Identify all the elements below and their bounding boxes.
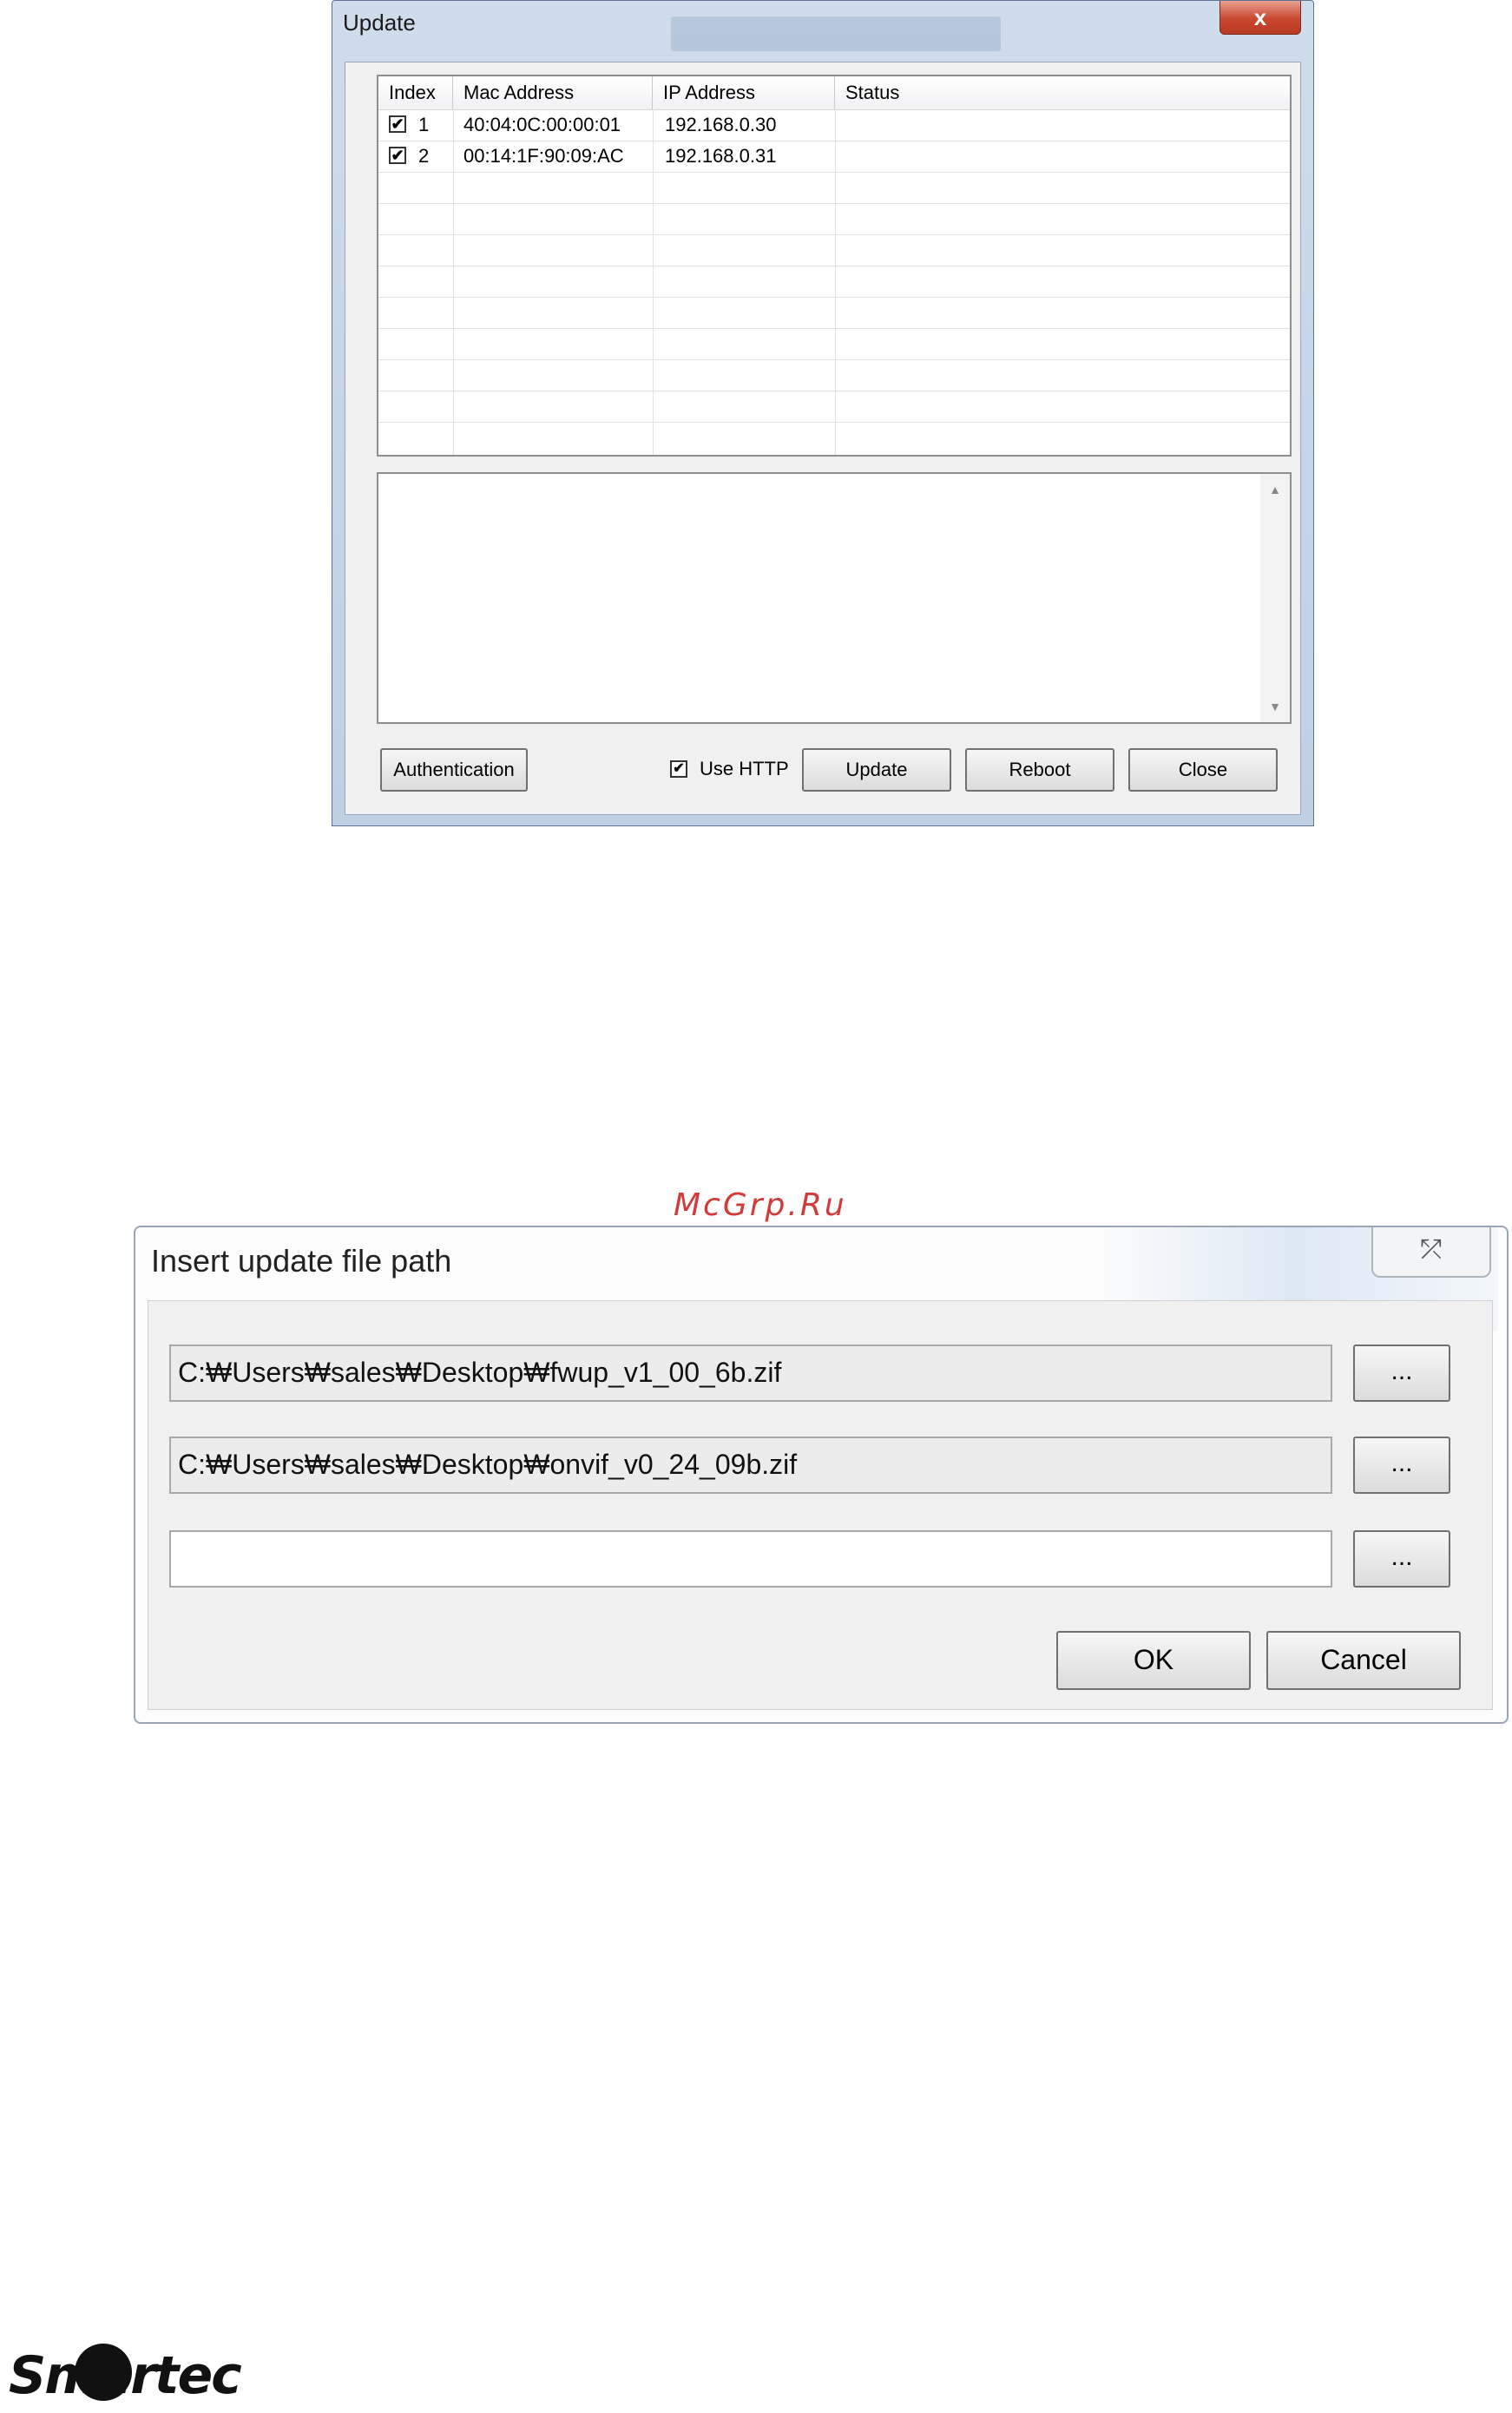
column-header-mac[interactable]: Mac Address (453, 76, 653, 109)
reboot-button[interactable]: Reboot (965, 748, 1114, 792)
row-mac: 00:14:1F:90:09:AC (463, 145, 624, 167)
empty-row (378, 172, 1290, 204)
update-button[interactable]: Update (802, 748, 951, 792)
cancel-button[interactable]: Cancel (1266, 1631, 1461, 1690)
column-header-status[interactable]: Status (835, 76, 1290, 109)
empty-row (378, 266, 1290, 298)
use-http-label: Use HTTP (700, 758, 789, 779)
smartec-logo: Smartec (0, 2335, 242, 2413)
file-path-field-3[interactable] (169, 1530, 1332, 1588)
browse-button-1[interactable]: ... (1353, 1345, 1450, 1402)
close-button[interactable]: Close (1128, 748, 1278, 792)
row-checkbox[interactable]: ✔ (389, 147, 406, 164)
row-checkbox[interactable]: ✔ (389, 115, 406, 133)
empty-row (378, 359, 1290, 391)
browse-button-3[interactable]: ... (1353, 1530, 1450, 1588)
update-client-area: Index Mac Address IP Address Status ✔ 1 … (345, 62, 1301, 815)
device-list[interactable]: Index Mac Address IP Address Status ✔ 1 … (377, 75, 1292, 457)
row-index: 1 (418, 114, 430, 135)
dialog-title: Insert update file path (151, 1243, 452, 1279)
column-header-index[interactable]: Index (378, 76, 453, 109)
update-window: Update x Index Mac Address IP Address St… (332, 0, 1314, 826)
table-row[interactable]: ✔ 2 00:14:1F:90:09:AC 192.168.0.31 (378, 141, 1290, 173)
authentication-button[interactable]: Authentication (380, 748, 528, 792)
background-window-tab (671, 16, 1001, 51)
scroll-down-icon[interactable]: ▼ (1260, 700, 1290, 713)
empty-row (378, 203, 1290, 235)
empty-row (378, 328, 1290, 360)
file-path-field-1[interactable]: C:₩Users₩sales₩Desktop₩fwup_v1_00_6b.zif (169, 1345, 1332, 1402)
column-header-ip[interactable]: IP Address (653, 76, 835, 109)
ok-button[interactable]: OK (1056, 1631, 1251, 1690)
close-icon[interactable]: ⤱ (1371, 1227, 1491, 1278)
row-mac: 40:04:0C:00:00:01 (463, 114, 621, 135)
log-scrollbar[interactable]: ▲ ▼ (1260, 474, 1290, 722)
log-textarea[interactable]: ▲ ▼ (377, 472, 1292, 724)
logo-text: Smartec (9, 2345, 242, 2406)
file-path-field-2[interactable]: C:₩Users₩sales₩Desktop₩onvif_v0_24_09b.z… (169, 1437, 1332, 1494)
use-http-check-icon[interactable]: ✔ (670, 760, 687, 778)
empty-row (378, 391, 1290, 423)
empty-row (378, 422, 1290, 453)
row-ip: 192.168.0.30 (665, 114, 777, 135)
window-title: Update (343, 10, 416, 36)
browse-button-2[interactable]: ... (1353, 1437, 1450, 1494)
scroll-up-icon[interactable]: ▲ (1260, 483, 1290, 496)
watermark: McGrp.Ru (674, 1187, 847, 1223)
list-header: Index Mac Address IP Address Status (378, 76, 1290, 110)
empty-row (378, 297, 1290, 329)
empty-row (378, 234, 1290, 266)
row-index: 2 (418, 145, 430, 167)
insert-path-dialog: Insert update file path ⤱ C:₩Users₩sales… (134, 1226, 1509, 1724)
row-ip: 192.168.0.31 (665, 145, 777, 167)
close-icon[interactable]: x (1219, 1, 1301, 35)
dialog-client-area: C:₩Users₩sales₩Desktop₩fwup_v1_00_6b.zif… (148, 1300, 1493, 1710)
table-row[interactable]: ✔ 1 40:04:0C:00:00:01 192.168.0.30 (378, 109, 1290, 141)
